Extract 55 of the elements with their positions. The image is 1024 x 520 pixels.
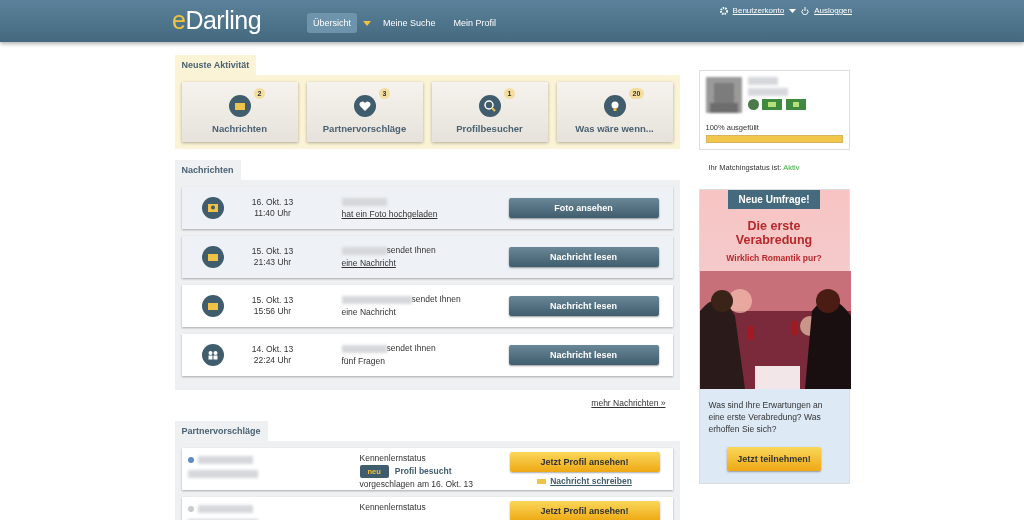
status-text: Profil besucht	[394, 466, 452, 476]
status-label: Kennenlernstatus	[359, 452, 427, 465]
suggested-date: vorgeschlagen am 16. Okt. 13	[359, 478, 474, 491]
blurred-name	[747, 77, 778, 85]
survey-ad[interactable]: Neue Umfrage! Die erste Verabredung Wirklich Romantik pur? Was sind Ihre Erwartungen an eine erste Verabredung? Was erhoffen Sie sich? Jetzt teilnehmen!	[698, 189, 850, 484]
envelope-icon	[537, 478, 547, 484]
message-button[interactable]: Nachricht lesen	[508, 345, 659, 365]
message-text: sendet Ihnen	[386, 245, 436, 255]
gear-icon	[719, 6, 728, 15]
logo[interactable]: eDarling	[172, 6, 307, 35]
blurred-name	[197, 504, 253, 513]
profile-button[interactable]: Jetzt Profil ansehen!	[509, 452, 660, 472]
message-button[interactable]: Nachricht lesen	[508, 296, 659, 316]
message-text: fünf Fragen	[341, 356, 385, 366]
nav-tab[interactable]: Mein Profil	[447, 13, 503, 33]
message-date: 16. Okt. 13 11:40 Uhr	[250, 197, 295, 219]
people-icon	[201, 344, 224, 366]
ad-question: Was sind Ihre Erwartungen an eine erste Verabredung? Was erhoffen Sie sich?	[708, 399, 824, 435]
message-text: sendet Ihnen	[411, 294, 461, 304]
caret-icon[interactable]	[789, 8, 797, 13]
blurred-name	[341, 295, 412, 304]
blurred-name	[197, 455, 253, 464]
magnifier-icon	[478, 95, 501, 117]
status-label: Kennenlernstatus	[359, 501, 427, 514]
ad-tag: Neue Umfrage!	[728, 190, 820, 209]
account-link[interactable]: Benutzerkonto	[732, 6, 785, 15]
nav-tab[interactable]: Meine Suche	[377, 13, 442, 33]
more-link[interactable]: mehr Nachrichten »	[174, 398, 666, 408]
message-button[interactable]: Foto ansehen	[508, 198, 659, 218]
message-date: 15. Okt. 13 21:43 Uhr	[250, 246, 295, 268]
message-text[interactable]: eine Nachricht	[341, 258, 396, 268]
logout-link[interactable]: Ausloggen	[814, 6, 852, 15]
ad-headline: Die erste Verabredung	[734, 219, 814, 247]
blurred-name	[747, 88, 788, 96]
caret-icon[interactable]	[363, 20, 371, 26]
power-icon	[801, 6, 810, 15]
blurred-name	[341, 344, 387, 353]
message-date: 14. Okt. 13 22:24 Uhr	[250, 344, 295, 366]
message-text: sendet Ihnen	[386, 343, 436, 353]
envelope-icon	[228, 95, 251, 117]
blurred-name	[187, 470, 258, 478]
write-message-link[interactable]: Nachricht schreiben	[550, 476, 632, 486]
ad-subline: Wirklich Romantik pur?	[726, 253, 822, 263]
blurred-name	[341, 197, 387, 206]
envelope-icon	[201, 295, 224, 317]
photo-icon	[201, 197, 224, 219]
lightbulb-icon	[603, 95, 626, 117]
message-date: 15. Okt. 13 15:56 Uhr	[250, 295, 295, 317]
envelope-icon	[201, 246, 224, 268]
profile-button[interactable]: Jetzt Profil ansehen!	[509, 501, 660, 520]
participate-button[interactable]: Jetzt teilnehmen!	[727, 447, 821, 471]
message-text: eine Nachricht	[341, 307, 396, 317]
message-text[interactable]: hat ein Foto hochgeladen	[341, 209, 438, 219]
message-button[interactable]: Nachricht lesen	[508, 247, 659, 267]
blurred-name	[341, 246, 387, 255]
